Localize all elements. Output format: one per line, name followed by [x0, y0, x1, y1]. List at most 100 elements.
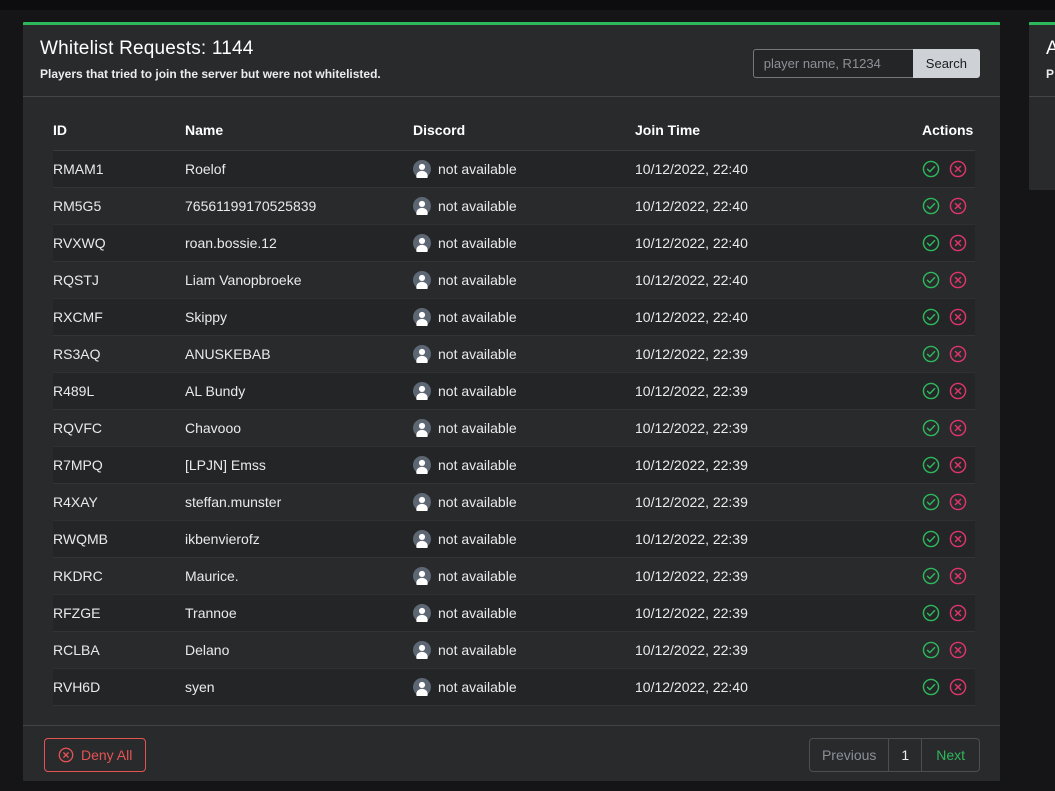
x-circle-icon	[949, 493, 967, 511]
player-name: Skippy	[185, 298, 413, 335]
discord-status: not available	[438, 642, 517, 658]
discord-status: not available	[438, 494, 517, 510]
approve-button[interactable]	[922, 308, 940, 326]
approve-button[interactable]	[922, 197, 940, 215]
table-row: RVH6D syen not available 10/12/2022, 22:…	[53, 668, 975, 705]
search-input[interactable]	[753, 49, 913, 78]
player-id: RVH6D	[53, 668, 185, 705]
approve-button[interactable]	[922, 493, 940, 511]
discord-cell: not available	[413, 373, 635, 409]
discord-status: not available	[438, 235, 517, 251]
deny-button[interactable]	[949, 234, 967, 252]
actions-cell	[922, 299, 975, 335]
discord-cell: not available	[413, 521, 635, 557]
discord-cell: not available	[413, 336, 635, 372]
deny-button[interactable]	[949, 160, 967, 178]
deny-button[interactable]	[949, 567, 967, 585]
pagination-page-1[interactable]: 1	[888, 739, 921, 771]
deny-button[interactable]	[949, 641, 967, 659]
approve-button[interactable]	[922, 641, 940, 659]
check-circle-icon	[922, 382, 940, 400]
discord-status: not available	[438, 457, 517, 473]
page-subtitle: Players that tried to join the server bu…	[40, 67, 381, 81]
actions-cell	[922, 632, 975, 668]
join-time: 10/12/2022, 22:40	[635, 261, 922, 298]
join-time: 10/12/2022, 22:40	[635, 668, 922, 705]
discord-status: not available	[438, 161, 517, 177]
table-row: RKDRC Maurice. not available 10/12/2022,…	[53, 557, 975, 594]
actions-cell	[922, 521, 975, 557]
deny-button[interactable]	[949, 456, 967, 474]
discord-status: not available	[438, 605, 517, 621]
check-circle-icon	[922, 456, 940, 474]
header-text: Whitelist Requests: 1144 Players that tr…	[40, 38, 381, 81]
x-circle-icon	[949, 382, 967, 400]
x-circle-icon	[949, 641, 967, 659]
approve-button[interactable]	[922, 160, 940, 178]
actions-cell	[922, 336, 975, 372]
x-circle-icon	[949, 456, 967, 474]
deny-button[interactable]	[949, 382, 967, 400]
player-name: roan.bossie.12	[185, 224, 413, 261]
join-time: 10/12/2022, 22:39	[635, 446, 922, 483]
pagination-previous[interactable]: Previous	[810, 739, 888, 771]
approve-button[interactable]	[922, 271, 940, 289]
discord-status: not available	[438, 198, 517, 214]
x-circle-icon	[949, 308, 967, 326]
check-circle-icon	[922, 345, 940, 363]
player-name: ANUSKEBAB	[185, 335, 413, 372]
discord-status: not available	[438, 679, 517, 695]
approve-button[interactable]	[922, 456, 940, 474]
discord-cell: not available	[413, 188, 635, 224]
deny-all-label: Deny All	[81, 747, 132, 763]
discord-avatar-icon	[413, 419, 431, 437]
approve-button[interactable]	[922, 419, 940, 437]
discord-cell: not available	[413, 669, 635, 705]
discord-avatar-icon	[413, 456, 431, 474]
actions-cell	[922, 595, 975, 631]
actions-cell	[922, 373, 975, 409]
check-circle-icon	[922, 678, 940, 696]
x-circle-icon	[58, 747, 74, 763]
column-header-id: ID	[53, 110, 185, 150]
player-id: R7MPQ	[53, 446, 185, 483]
discord-cell: not available	[413, 632, 635, 668]
actions-cell	[922, 262, 975, 298]
table-row: RFZGE Trannoe not available 10/12/2022, …	[53, 594, 975, 631]
table-row: RQSTJ Liam Vanopbroeke not available 10/…	[53, 261, 975, 298]
deny-button[interactable]	[949, 308, 967, 326]
deny-button[interactable]	[949, 419, 967, 437]
x-circle-icon	[949, 345, 967, 363]
deny-button[interactable]	[949, 604, 967, 622]
deny-button[interactable]	[949, 271, 967, 289]
search-button[interactable]: Search	[913, 49, 980, 78]
top-edge-strip	[0, 0, 1055, 10]
check-circle-icon	[922, 160, 940, 178]
deny-button[interactable]	[949, 678, 967, 696]
pagination-next[interactable]: Next	[921, 739, 979, 771]
approve-button[interactable]	[922, 382, 940, 400]
approve-button[interactable]	[922, 345, 940, 363]
deny-button[interactable]	[949, 197, 967, 215]
column-header-discord: Discord	[413, 110, 635, 150]
adjacent-card-partial: A P	[1029, 22, 1055, 190]
player-name: 76561199170525839	[185, 187, 413, 224]
deny-button[interactable]	[949, 530, 967, 548]
approve-button[interactable]	[922, 234, 940, 252]
player-id: RVXWQ	[53, 224, 185, 261]
player-name: Chavooo	[185, 409, 413, 446]
deny-button[interactable]	[949, 493, 967, 511]
search-group: Search	[753, 49, 980, 78]
x-circle-icon	[949, 419, 967, 437]
player-name: Trannoe	[185, 594, 413, 631]
approve-button[interactable]	[922, 530, 940, 548]
table-row: R7MPQ [LPJN] Emss not available 10/12/20…	[53, 446, 975, 483]
deny-all-button[interactable]: Deny All	[44, 738, 146, 772]
approve-button[interactable]	[922, 604, 940, 622]
check-circle-icon	[922, 530, 940, 548]
approve-button[interactable]	[922, 567, 940, 585]
deny-button[interactable]	[949, 345, 967, 363]
approve-button[interactable]	[922, 678, 940, 696]
player-name: ikbenvierofz	[185, 520, 413, 557]
check-circle-icon	[922, 604, 940, 622]
